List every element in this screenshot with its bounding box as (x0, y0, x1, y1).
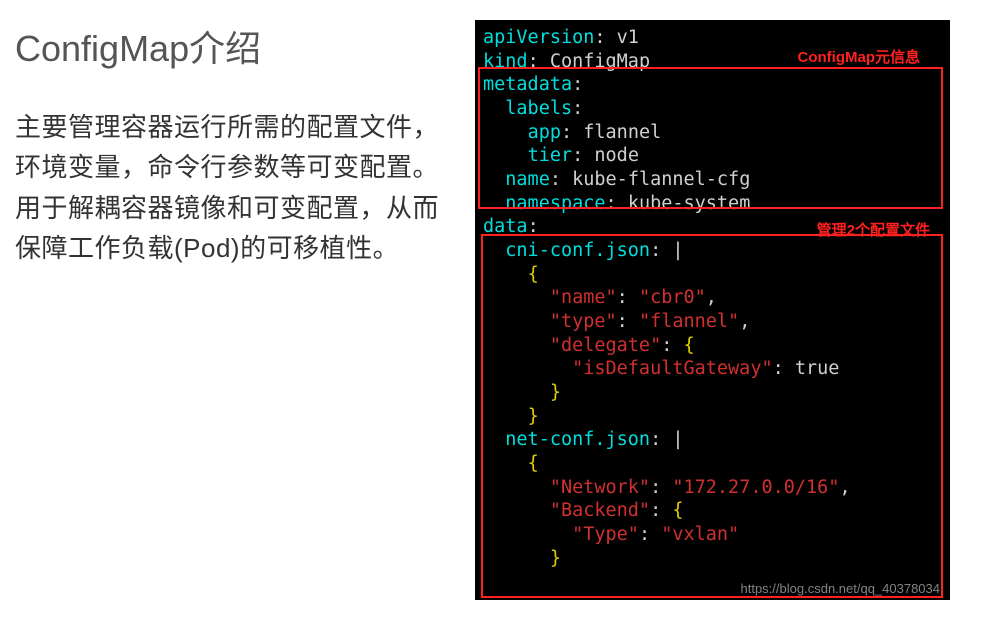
code-illustration: apiVersion: v1 kind: ConfigMap metadata:… (475, 20, 965, 608)
yaml-val: v1 (617, 27, 639, 48)
description-text: 主要管理容器运行所需的配置文件，环境变量，命令行参数等可变配置。用于解耦容器镜像… (15, 107, 455, 268)
yaml-key: apiVersion (483, 27, 594, 48)
annotation-label-data: 管理2个配置文件 (817, 221, 930, 240)
left-content: ConfigMap介绍 主要管理容器运行所需的配置文件，环境变量，命令行参数等可… (15, 20, 475, 608)
page-title: ConfigMap介绍 (15, 20, 455, 72)
annotation-box-data (481, 234, 943, 598)
watermark-text: https://blog.csdn.net/qq_40378034 (741, 581, 941, 598)
annotation-label-metadata: ConfigMap元信息 (798, 48, 920, 67)
yaml-code-block: apiVersion: v1 kind: ConfigMap metadata:… (475, 20, 950, 600)
annotation-box-metadata (478, 67, 943, 209)
